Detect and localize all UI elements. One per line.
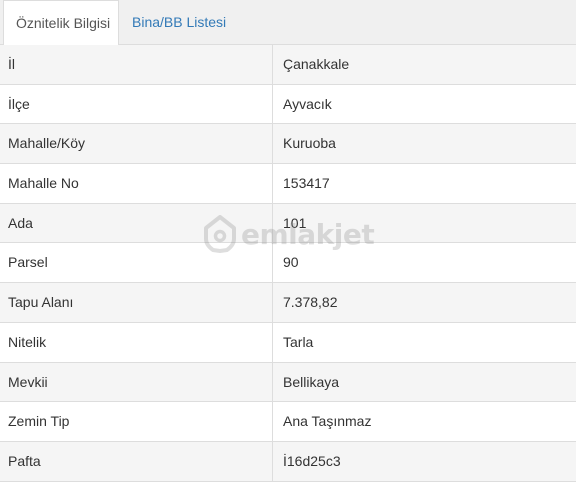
row-value: 101 [283,214,307,231]
row-label: Ada [8,214,33,231]
table-row: Mahalle No 153417 [0,164,576,204]
row-value: İ16d25c3 [283,452,341,469]
row-label: Pafta [8,452,41,469]
table-row: Nitelik Tarla [0,322,576,363]
row-label: Nitelik [8,333,47,350]
row-value: Ayvacık [283,95,332,112]
tab-bar: Öznitelik Bilgisi Bina/BB Listesi [0,0,576,46]
row-label: Tapu Alanı [8,294,74,311]
column-divider [272,362,273,402]
table-row: Mevkii Bellikaya [0,362,576,403]
row-label: Mahalle/Köy [8,135,86,152]
column-divider [272,243,273,283]
row-label: Mevkii [8,373,48,390]
column-divider [272,283,273,322]
tab-bina-bb-listesi[interactable]: Bina/BB Listesi [120,0,238,45]
column-divider [272,45,273,84]
table-row: Pafta İ16d25c3 [0,441,576,482]
row-value: Bellikaya [283,373,340,390]
column-divider [272,124,273,164]
column-divider [272,164,273,203]
row-value: Ana Taşınmaz [283,413,372,430]
column-divider [272,402,273,441]
table-row: Mahalle/Köy Kuruoba [0,124,576,165]
row-label: Parsel [8,254,48,271]
row-label: İlçe [8,95,30,112]
row-label: Mahalle No [8,175,79,192]
table-row: İl Çanakkale [0,45,576,85]
column-divider [272,84,273,124]
table-row: Zemin Tip Ana Taşınmaz [0,402,576,442]
row-value: Tarla [283,333,314,350]
table-row: Ada 101 [0,203,576,244]
row-value: 90 [283,254,299,271]
row-value: 153417 [283,175,330,192]
column-divider [272,322,273,362]
attribute-table: İl Çanakkale İlçe Ayvacık Mahalle/Köy Ku… [0,45,576,482]
column-divider [272,441,273,481]
column-divider [272,203,273,243]
row-value: 7.378,82 [283,294,338,311]
tab-oznitelik-bilgisi[interactable]: Öznitelik Bilgisi [3,0,119,46]
table-row: Tapu Alanı 7.378,82 [0,283,576,323]
row-label: İl [8,56,15,72]
row-label: Zemin Tip [8,413,70,430]
row-value: Kuruoba [283,135,336,152]
row-value: Çanakkale [283,56,350,72]
table-row: İlçe Ayvacık [0,84,576,125]
table-row: Parsel 90 [0,243,576,284]
